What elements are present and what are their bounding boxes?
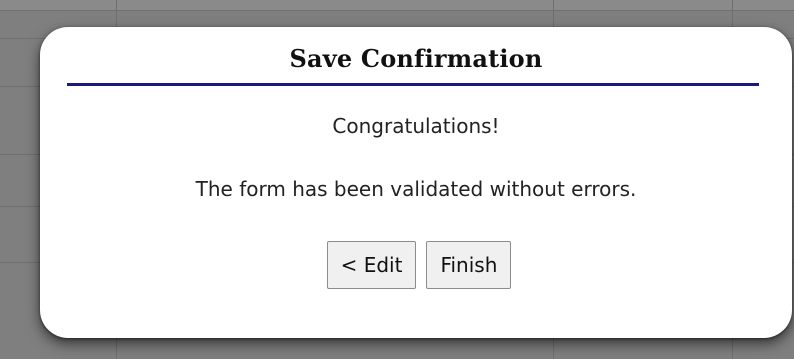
dialog-title: Save Confirmation — [289, 44, 543, 73]
validation-message: The form has been validated without erro… — [195, 177, 637, 201]
background-top-strip — [0, 0, 794, 10]
save-confirmation-dialog: Save Confirmation Congratulations! The f… — [40, 27, 792, 338]
background-grid-line — [0, 10, 794, 11]
congratulations-text: Congratulations! — [332, 114, 500, 138]
dialog-button-row: < Edit Finish — [40, 241, 792, 289]
finish-button[interactable]: Finish — [426, 241, 512, 289]
edit-button[interactable]: < Edit — [326, 241, 417, 289]
title-divider — [67, 83, 759, 86]
